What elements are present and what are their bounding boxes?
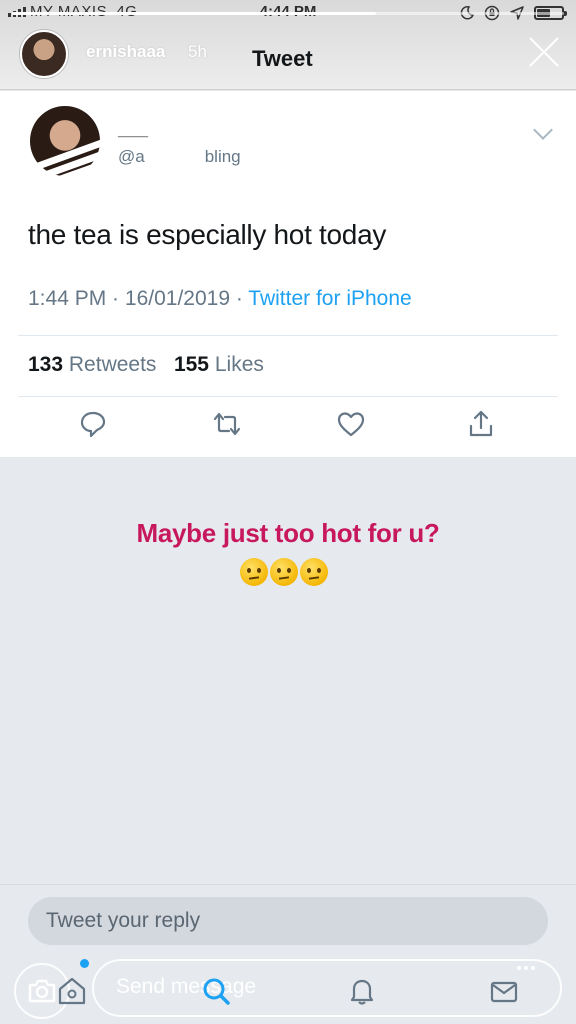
retweet-icon[interactable] xyxy=(212,409,242,439)
messages-envelope-icon[interactable] xyxy=(488,975,520,1007)
tweet-time: 1:44 PM xyxy=(28,287,107,310)
story-avatar[interactable] xyxy=(20,30,68,78)
tweet-author-name[interactable]: ___ xyxy=(118,119,148,140)
story-username[interactable]: ernishaaa xyxy=(86,42,165,62)
handle-end: bling xyxy=(204,147,241,166)
tweet-meta: 1:44 PM · 16/01/2019 · Twitter for iPhon… xyxy=(28,287,412,310)
page-title: Tweet xyxy=(252,46,313,71)
thinking-face-icon xyxy=(240,558,268,586)
reply-icon[interactable] xyxy=(78,409,108,439)
chevron-down-icon[interactable] xyxy=(533,120,553,140)
notifications-bell-icon[interactable] xyxy=(346,975,378,1007)
tweet-text: the tea is especially hot today xyxy=(28,219,387,250)
more-dots-icon[interactable] xyxy=(516,963,536,973)
close-icon[interactable] xyxy=(528,36,560,68)
tweet-actions xyxy=(0,409,576,449)
home-icon[interactable] xyxy=(56,975,88,1007)
likes-count: 155 xyxy=(173,353,209,376)
heart-icon[interactable] xyxy=(336,409,366,439)
tweet-source-link[interactable]: Twitter for iPhone xyxy=(248,287,411,310)
search-icon[interactable] xyxy=(200,975,232,1007)
thinking-face-icon xyxy=(270,558,298,586)
tweet-author-handle[interactable]: @a bling xyxy=(118,147,241,167)
handle-start: @a xyxy=(118,147,145,166)
story-progress-bar xyxy=(12,12,564,15)
tweet-date: 16/01/2019 xyxy=(124,287,230,310)
retweets-stat[interactable]: 133 Retweets xyxy=(28,353,156,376)
thinking-emojis xyxy=(240,558,328,586)
thinking-face-icon xyxy=(300,558,328,586)
bottom-nav: Send message xyxy=(0,959,576,1019)
story-age: 5h xyxy=(188,42,207,61)
retweets-label: Retweets xyxy=(68,353,157,376)
divider xyxy=(18,396,558,397)
tweet-reply-input[interactable]: Tweet your reply xyxy=(28,897,548,945)
notification-dot xyxy=(80,959,89,968)
share-icon[interactable] xyxy=(466,409,496,439)
camera-icon xyxy=(28,979,56,1003)
tweet-card: ___ @a bling the tea is especially hot to… xyxy=(0,91,576,457)
story-progress-fill xyxy=(12,12,377,15)
divider xyxy=(18,335,558,336)
story-caption: Maybe just too hot for u? xyxy=(136,518,440,548)
tweet-stats: 133 Retweets 155 Likes xyxy=(28,353,264,377)
retweets-count: 133 xyxy=(28,353,64,376)
bottom-area: Tweet your reply Send message xyxy=(0,884,576,1024)
likes-stat[interactable]: 155 Likes xyxy=(174,353,264,376)
likes-label: Likes xyxy=(214,353,264,376)
